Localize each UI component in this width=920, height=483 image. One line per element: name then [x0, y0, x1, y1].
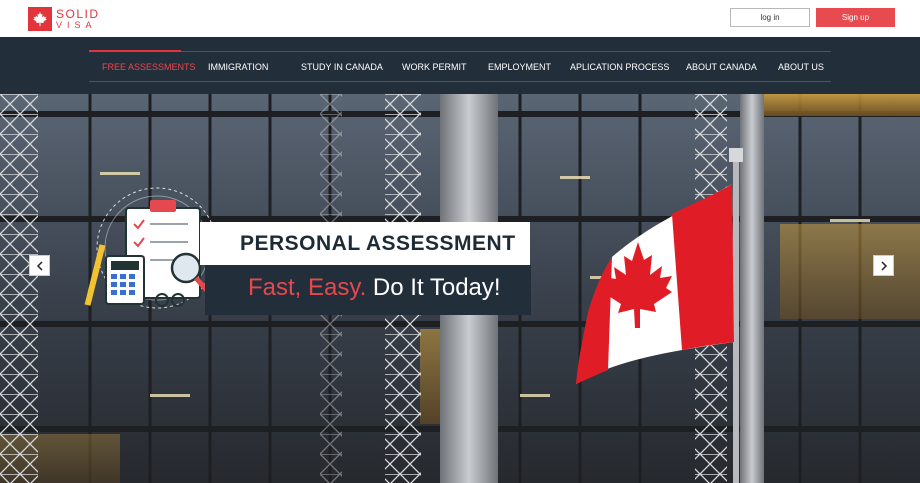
- chevron-right-icon: [880, 260, 887, 271]
- logo-line1: SOLID: [56, 7, 100, 21]
- main-nav: FREE ASSESSMENTS IMMIGRATION STUDY IN CA…: [0, 37, 920, 94]
- nav-divider-bottom: [89, 81, 831, 82]
- nav-item-work-permit[interactable]: WORK PERMIT: [402, 62, 467, 72]
- hero-slider: PERSONAL ASSESSMENT Fast, Easy. Do It To…: [0, 94, 920, 483]
- nav-item-about-canada[interactable]: ABOUT CANADA: [686, 62, 757, 72]
- nav-item-application-process[interactable]: APLICATION PROCESS: [570, 62, 669, 72]
- slide-title: PERSONAL ASSESSMENT: [240, 232, 516, 255]
- maple-leaf-icon: [28, 7, 52, 31]
- slide-subtitle-highlight: Fast, Easy.: [248, 274, 367, 301]
- nav-item-free-assessments[interactable]: FREE ASSESSMENTS: [102, 62, 196, 72]
- login-button[interactable]: log in: [730, 8, 810, 27]
- slider-next-button[interactable]: [873, 255, 894, 276]
- signup-button[interactable]: Sign up: [816, 8, 895, 27]
- canada-flag-icon: [576, 184, 734, 384]
- slider-prev-button[interactable]: [29, 255, 50, 276]
- slide-subtitle: Fast, Easy. Do It Today!: [248, 274, 501, 302]
- nav-active-indicator: [89, 50, 181, 52]
- chevron-left-icon: [36, 260, 43, 271]
- top-header: SOLID VISA log in Sign up: [0, 0, 920, 37]
- logo[interactable]: SOLID VISA: [28, 6, 100, 32]
- logo-line2: VISA: [56, 20, 97, 30]
- nav-item-immigration[interactable]: IMMIGRATION: [208, 62, 268, 72]
- slide-subtitle-rest: Do It Today!: [366, 274, 501, 301]
- nav-item-study-in-canada[interactable]: STUDY IN CANADA: [301, 62, 383, 72]
- nav-item-about-us[interactable]: ABOUT US: [778, 62, 824, 72]
- nav-item-employment[interactable]: EMPLOYMENT: [488, 62, 551, 72]
- nav-divider-top: [89, 51, 831, 52]
